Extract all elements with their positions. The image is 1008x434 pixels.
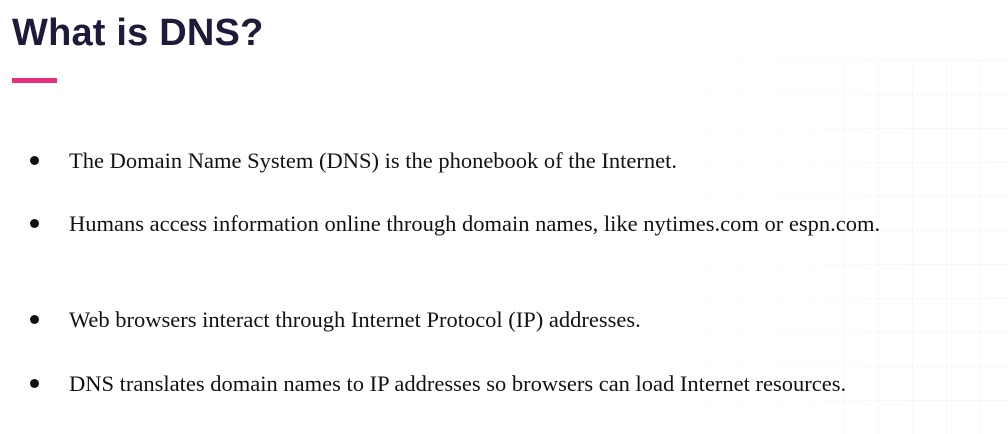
bullet-dot-icon (30, 315, 39, 324)
bullet-dot-icon (30, 219, 39, 228)
bullet-dot-icon (30, 379, 39, 388)
slide: What is DNS? The Domain Name System (DNS… (0, 0, 1008, 434)
slide-title: What is DNS? (12, 12, 264, 54)
bullet-dot-icon (30, 156, 39, 165)
bullet-text: The Domain Name System (DNS) is the phon… (69, 148, 677, 173)
title-accent-bar (12, 78, 57, 83)
bullet-text: DNS translates domain names to IP addres… (69, 371, 847, 396)
bullet-text: Humans access information online through… (69, 211, 881, 236)
bullet-text: Web browsers interact through Internet P… (69, 307, 641, 332)
